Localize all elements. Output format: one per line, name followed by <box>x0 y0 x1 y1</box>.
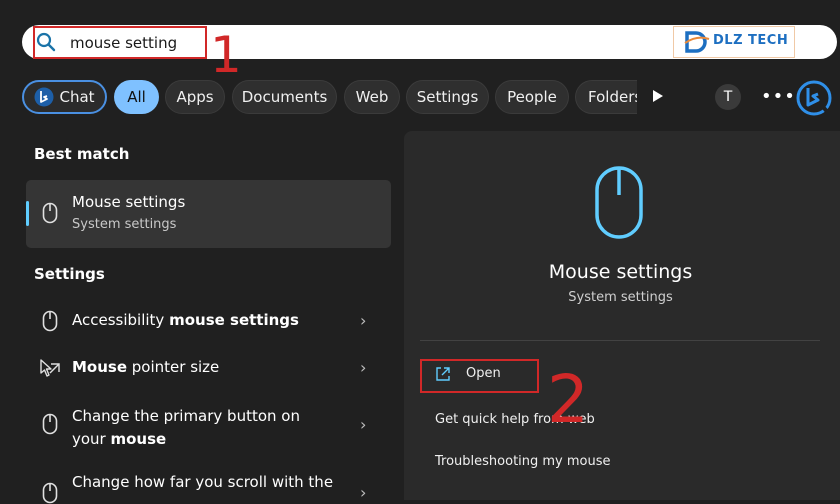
logo-text: DLZ TECH <box>713 33 789 48</box>
mouse-icon <box>42 202 58 224</box>
divider <box>420 340 820 341</box>
details-title: Mouse settings <box>548 261 693 283</box>
tab-people[interactable]: People <box>495 80 569 114</box>
bing-copilot-icon[interactable] <box>796 80 832 116</box>
tab-web[interactable]: Web <box>344 80 400 114</box>
annotation-step-2: 2 <box>547 361 589 438</box>
settings-item-scroll[interactable]: Change how far you scroll with the <box>72 473 333 491</box>
pointer-size-icon <box>40 359 60 377</box>
scroll-right-icon[interactable] <box>652 89 664 103</box>
mouse-large-icon <box>595 166 643 239</box>
item-label: pointer size <box>127 358 220 376</box>
logo-mark-icon <box>684 31 710 53</box>
best-match-title: Mouse settings <box>72 193 186 211</box>
chevron-right-icon[interactable]: › <box>360 483 366 502</box>
troubleshooting-link[interactable]: Troubleshooting my mouse <box>435 454 611 469</box>
item-label-bold: Mouse <box>72 358 128 376</box>
item-label-bold: mouse settings <box>169 311 299 329</box>
item-label-bold: mouse <box>110 430 167 448</box>
item-label-line2: your <box>72 430 111 448</box>
tab-settings[interactable]: Settings <box>406 80 489 114</box>
bing-icon <box>34 87 54 107</box>
chat-chip[interactable]: Chat <box>22 80 107 114</box>
tab-documents[interactable]: Documents <box>232 80 337 114</box>
chat-chip-label: Chat <box>59 88 95 106</box>
best-match-result[interactable] <box>26 180 391 248</box>
mouse-icon <box>42 310 58 332</box>
settings-item-pointer-size[interactable]: Mouse pointer size <box>72 358 219 376</box>
selection-indicator <box>26 201 29 226</box>
annotation-box-search <box>33 26 207 59</box>
mouse-icon <box>42 413 58 435</box>
mouse-icon <box>42 482 58 504</box>
annotation-step-1: 1 <box>210 26 242 84</box>
chevron-right-icon[interactable]: › <box>360 358 366 377</box>
item-label: Accessibility <box>72 311 170 329</box>
user-avatar[interactable]: T <box>715 84 741 110</box>
settings-heading: Settings <box>34 265 105 283</box>
chevron-right-icon[interactable]: › <box>360 311 366 330</box>
chevron-right-icon[interactable]: › <box>360 415 366 434</box>
tab-all[interactable]: All <box>114 80 159 114</box>
details-subtitle: System settings <box>568 290 673 305</box>
more-options-button[interactable]: ••• <box>761 86 796 107</box>
item-label: Change the primary button on <box>72 407 300 425</box>
annotation-box-open <box>420 359 539 393</box>
settings-item-primary-button[interactable]: Change the primary button on your mouse <box>72 405 300 451</box>
tab-folders[interactable]: Folders <box>575 80 637 114</box>
best-match-subtitle: System settings <box>72 217 177 232</box>
best-match-heading: Best match <box>34 145 130 163</box>
settings-item-accessibility-mouse[interactable]: Accessibility mouse settings <box>72 311 299 329</box>
tab-apps[interactable]: Apps <box>165 80 225 114</box>
